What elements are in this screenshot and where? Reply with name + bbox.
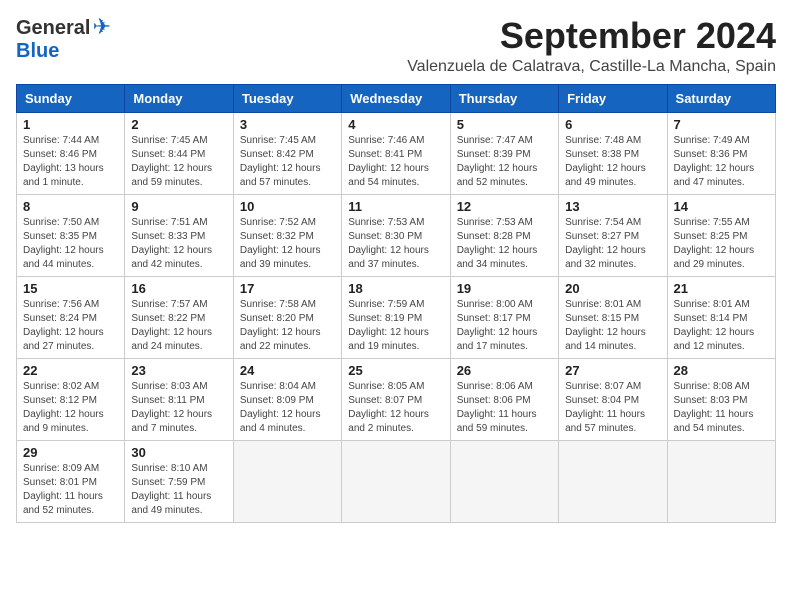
header-monday: Monday (125, 84, 233, 112)
day-3: 3 Sunrise: 7:45 AMSunset: 8:42 PMDayligh… (233, 112, 341, 194)
day-10: 10 Sunrise: 7:52 AMSunset: 8:32 PMDaylig… (233, 194, 341, 276)
calendar-week-2: 8 Sunrise: 7:50 AMSunset: 8:35 PMDayligh… (17, 194, 776, 276)
day-18: 18 Sunrise: 7:59 AMSunset: 8:19 PMDaylig… (342, 276, 450, 358)
empty-cell-5 (667, 440, 775, 522)
day-30: 30 Sunrise: 8:10 AMSunset: 7:59 PMDaylig… (125, 440, 233, 522)
day-8: 8 Sunrise: 7:50 AMSunset: 8:35 PMDayligh… (17, 194, 125, 276)
day-6: 6 Sunrise: 7:48 AMSunset: 8:38 PMDayligh… (559, 112, 667, 194)
day-1: 1 Sunrise: 7:44 AMSunset: 8:46 PMDayligh… (17, 112, 125, 194)
header-friday: Friday (559, 84, 667, 112)
day-5: 5 Sunrise: 7:47 AMSunset: 8:39 PMDayligh… (450, 112, 558, 194)
month-title: September 2024 (407, 16, 776, 56)
logo: General✈ Blue (16, 16, 111, 63)
calendar-week-3: 15 Sunrise: 7:56 AMSunset: 8:24 PMDaylig… (17, 276, 776, 358)
day-11: 11 Sunrise: 7:53 AMSunset: 8:30 PMDaylig… (342, 194, 450, 276)
header-tuesday: Tuesday (233, 84, 341, 112)
day-21: 21 Sunrise: 8:01 AMSunset: 8:14 PMDaylig… (667, 276, 775, 358)
day-19: 19 Sunrise: 8:00 AMSunset: 8:17 PMDaylig… (450, 276, 558, 358)
empty-cell-1 (233, 440, 341, 522)
title-area: September 2024 Valenzuela de Calatrava, … (407, 16, 776, 76)
header-sunday: Sunday (17, 84, 125, 112)
calendar-week-5: 29 Sunrise: 8:09 AMSunset: 8:01 PMDaylig… (17, 440, 776, 522)
day-14: 14 Sunrise: 7:55 AMSunset: 8:25 PMDaylig… (667, 194, 775, 276)
day-12: 12 Sunrise: 7:53 AMSunset: 8:28 PMDaylig… (450, 194, 558, 276)
day-2: 2 Sunrise: 7:45 AMSunset: 8:44 PMDayligh… (125, 112, 233, 194)
calendar-table: Sunday Monday Tuesday Wednesday Thursday… (16, 84, 776, 523)
day-9: 9 Sunrise: 7:51 AMSunset: 8:33 PMDayligh… (125, 194, 233, 276)
day-17: 17 Sunrise: 7:58 AMSunset: 8:20 PMDaylig… (233, 276, 341, 358)
header-saturday: Saturday (667, 84, 775, 112)
day-28: 28 Sunrise: 8:08 AMSunset: 8:03 PMDaylig… (667, 358, 775, 440)
day-23: 23 Sunrise: 8:03 AMSunset: 8:11 PMDaylig… (125, 358, 233, 440)
day-20: 20 Sunrise: 8:01 AMSunset: 8:15 PMDaylig… (559, 276, 667, 358)
calendar-week-1: 1 Sunrise: 7:44 AMSunset: 8:46 PMDayligh… (17, 112, 776, 194)
day-13: 13 Sunrise: 7:54 AMSunset: 8:27 PMDaylig… (559, 194, 667, 276)
empty-cell-4 (559, 440, 667, 522)
day-24: 24 Sunrise: 8:04 AMSunset: 8:09 PMDaylig… (233, 358, 341, 440)
day-26: 26 Sunrise: 8:06 AMSunset: 8:06 PMDaylig… (450, 358, 558, 440)
weekday-header-row: Sunday Monday Tuesday Wednesday Thursday… (17, 84, 776, 112)
empty-cell-2 (342, 440, 450, 522)
page-header: General✈ Blue September 2024 Valenzuela … (16, 16, 776, 76)
empty-cell-3 (450, 440, 558, 522)
day-4: 4 Sunrise: 7:46 AMSunset: 8:41 PMDayligh… (342, 112, 450, 194)
day-29: 29 Sunrise: 8:09 AMSunset: 8:01 PMDaylig… (17, 440, 125, 522)
day-15: 15 Sunrise: 7:56 AMSunset: 8:24 PMDaylig… (17, 276, 125, 358)
day-22: 22 Sunrise: 8:02 AMSunset: 8:12 PMDaylig… (17, 358, 125, 440)
logo-general-text: General✈ (16, 16, 111, 40)
header-wednesday: Wednesday (342, 84, 450, 112)
location-title: Valenzuela de Calatrava, Castille-La Man… (407, 58, 776, 76)
day-7: 7 Sunrise: 7:49 AMSunset: 8:36 PMDayligh… (667, 112, 775, 194)
day-16: 16 Sunrise: 7:57 AMSunset: 8:22 PMDaylig… (125, 276, 233, 358)
day-25: 25 Sunrise: 8:05 AMSunset: 8:07 PMDaylig… (342, 358, 450, 440)
calendar-week-4: 22 Sunrise: 8:02 AMSunset: 8:12 PMDaylig… (17, 358, 776, 440)
header-thursday: Thursday (450, 84, 558, 112)
day-27: 27 Sunrise: 8:07 AMSunset: 8:04 PMDaylig… (559, 358, 667, 440)
logo-bird-icon: ✈ (92, 14, 110, 39)
